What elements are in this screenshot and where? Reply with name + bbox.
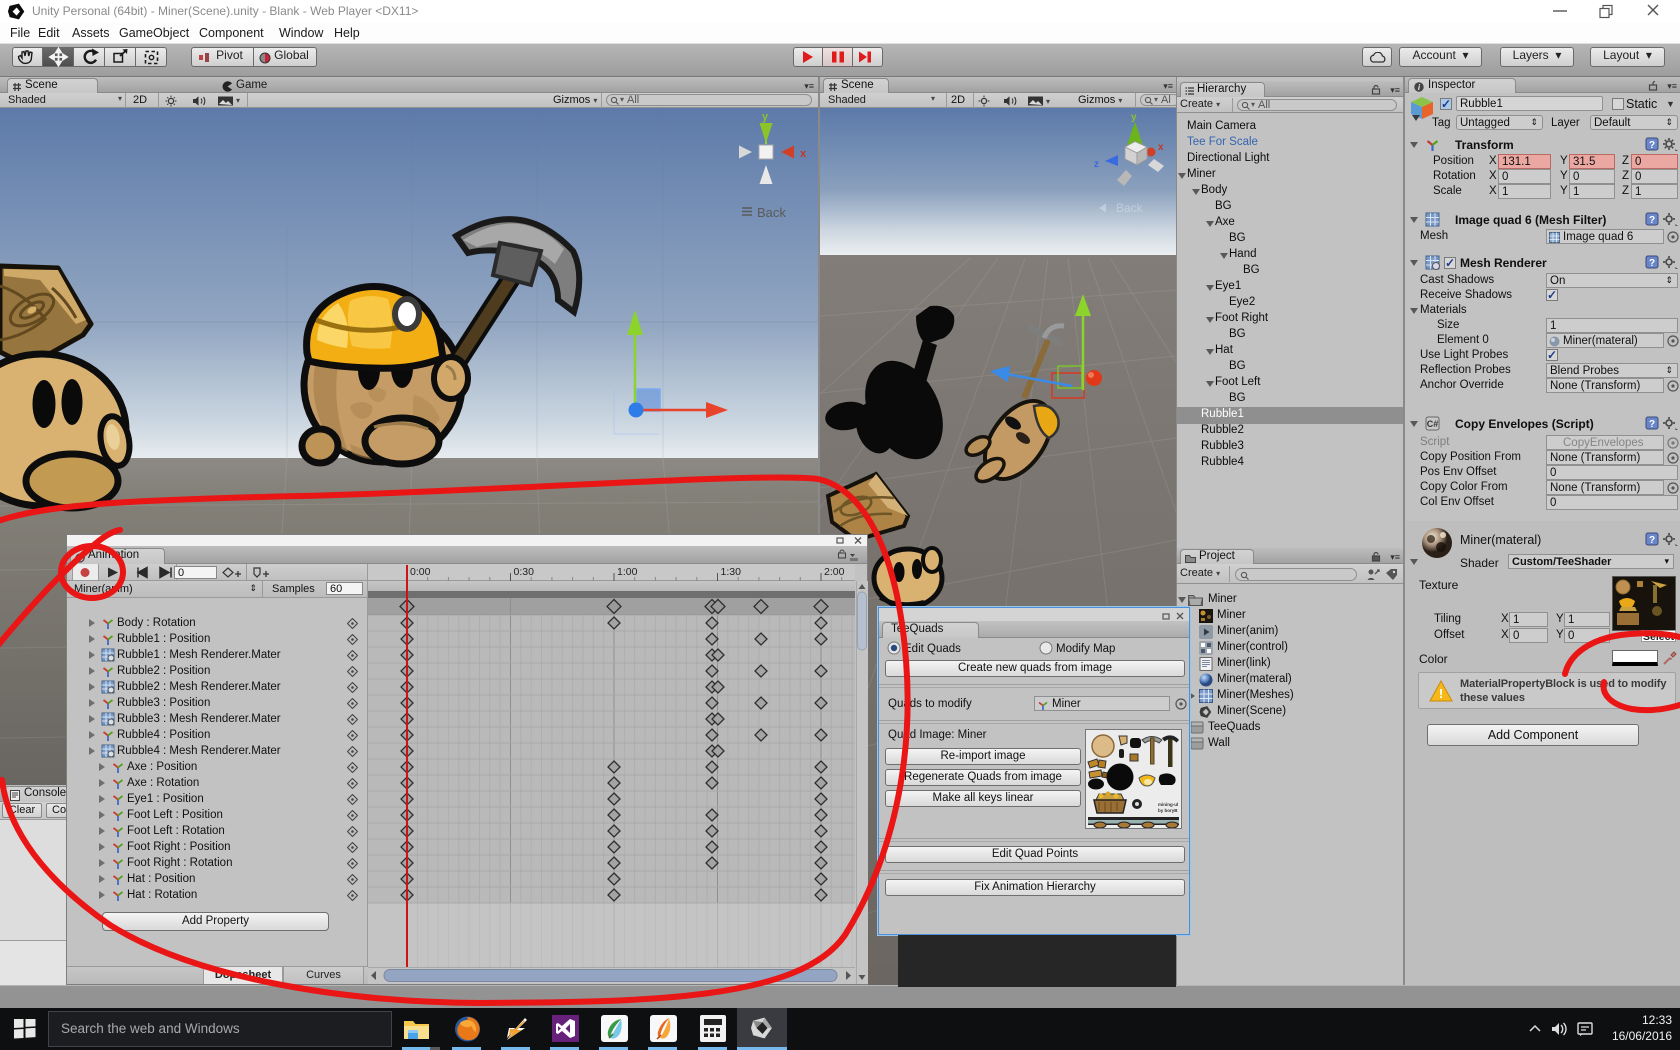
svg-text:?: ?	[1649, 419, 1655, 430]
svg-text:Back: Back	[1116, 201, 1144, 215]
svg-text:?: ?	[1649, 258, 1655, 269]
svg-text:x: x	[800, 148, 807, 160]
svg-text:Back: Back	[757, 205, 786, 220]
svg-text:y: y	[1131, 112, 1137, 123]
svg-text:z: z	[1094, 159, 1099, 170]
svg-text:?: ?	[1649, 215, 1655, 226]
svg-text:!: !	[1439, 686, 1443, 701]
svg-text:0:00: 0:00	[410, 566, 431, 578]
svg-text:y: y	[762, 111, 769, 123]
svg-text:C#: C#	[1427, 419, 1439, 429]
svg-text:0:30: 0:30	[514, 566, 535, 578]
svg-text:x: x	[1158, 142, 1164, 153]
svg-text:?: ?	[1649, 535, 1655, 546]
svg-text:by boryB: by boryB	[1158, 808, 1178, 813]
svg-text:mining-ul: mining-ul	[1158, 802, 1178, 807]
svg-text:?: ?	[1649, 140, 1655, 151]
svg-text:1:30: 1:30	[721, 566, 742, 578]
svg-text:▾: ▾	[1046, 97, 1050, 106]
svg-text:2:00: 2:00	[824, 566, 845, 578]
svg-text:1:00: 1:00	[617, 566, 638, 578]
